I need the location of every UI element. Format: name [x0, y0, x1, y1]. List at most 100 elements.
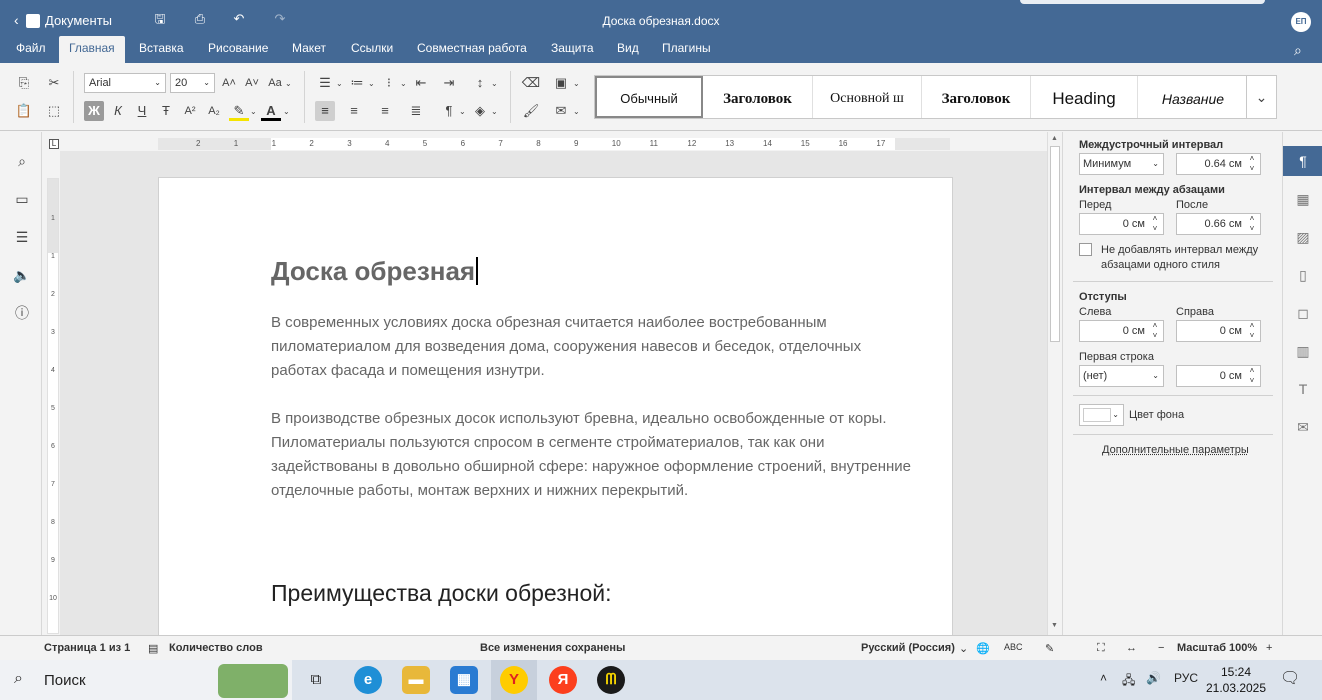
- network-icon[interactable]: 🖧: [1122, 671, 1135, 692]
- track-changes-icon[interactable]: ✎: [1045, 642, 1054, 655]
- scroll-down-icon[interactable]: ▼: [1051, 622, 1058, 629]
- italic-button[interactable]: К: [108, 101, 128, 121]
- zoom-in-icon[interactable]: +: [1266, 642, 1272, 654]
- align-center-icon[interactable]: ≡: [344, 101, 364, 121]
- bullets-icon[interactable]: ☰: [315, 73, 335, 93]
- color-scheme-icon[interactable]: ▣: [551, 73, 571, 93]
- tab-plugins[interactable]: Плагины: [652, 36, 721, 63]
- mail-merge-settings-icon[interactable]: ✉: [1283, 412, 1322, 442]
- tab-insert[interactable]: Вставка: [129, 36, 194, 63]
- navigation-icon[interactable]: ☰: [13, 228, 31, 246]
- horizontal-ruler[interactable]: 2 1 1 2 3 4 5 6 7 8 9 10 11 12 13 14 15 16 17: [158, 138, 950, 150]
- tray-expand-icon[interactable]: ˄: [1100, 671, 1107, 685]
- tab-draw[interactable]: Рисование: [198, 36, 278, 63]
- search-icon[interactable]: ⌕: [1294, 42, 1302, 59]
- copy-style-icon[interactable]: 🖌: [521, 101, 541, 121]
- speaker-icon[interactable]: 🔈: [13, 266, 31, 284]
- store-icon[interactable]: ▦: [450, 666, 478, 694]
- style-normal[interactable]: Обычный: [595, 76, 703, 118]
- clear-style-icon[interactable]: ⌫: [521, 73, 541, 93]
- table-settings-icon[interactable]: ▦: [1283, 184, 1322, 214]
- paste-icon[interactable]: 📋: [14, 101, 34, 121]
- fit-page-icon[interactable]: ⛶: [1097, 642, 1105, 655]
- edge-icon[interactable]: e: [354, 666, 382, 694]
- file-explorer-icon[interactable]: ▬: [402, 666, 430, 694]
- decrease-indent-icon[interactable]: ⇤: [411, 73, 431, 93]
- textart-settings-icon[interactable]: T: [1283, 374, 1322, 404]
- chart-settings-icon[interactable]: ▥: [1283, 336, 1322, 366]
- style-heading-en[interactable]: Heading: [1031, 76, 1138, 118]
- spacing-after-input[interactable]: 0.66 см ˄ ˅: [1176, 213, 1261, 235]
- paragraph[interactable]: В современных условиях доска обрезная сч…: [271, 311, 911, 383]
- tab-layout[interactable]: Макет: [282, 36, 336, 63]
- image-settings-icon[interactable]: ▨: [1283, 222, 1322, 252]
- search-icon[interactable]: ⌕: [13, 152, 31, 170]
- line-spacing-icon[interactable]: ↕: [470, 73, 490, 93]
- background-color-picker[interactable]: ⌄: [1079, 404, 1124, 426]
- scroll-thumb[interactable]: [1050, 146, 1060, 342]
- subscript-icon[interactable]: A₂: [204, 101, 224, 121]
- align-left-icon[interactable]: ≡: [315, 101, 335, 121]
- yandex-browser-icon[interactable]: Y: [500, 666, 528, 694]
- style-heading-2[interactable]: Заголовок: [922, 76, 1031, 118]
- mail-merge-icon[interactable]: ✉: [551, 101, 571, 121]
- no-space-same-style-checkbox[interactable]: [1079, 243, 1092, 256]
- styles-expand-chevron-icon[interactable]: ⌄: [1246, 76, 1276, 118]
- increase-indent-icon[interactable]: ⇥: [439, 73, 459, 93]
- first-line-value-input[interactable]: 0 см ˄ ˅: [1176, 365, 1261, 387]
- line-spacing-mode-select[interactable]: Минимум ⌄: [1079, 153, 1164, 175]
- justify-icon[interactable]: ≣: [406, 101, 426, 121]
- spellcheck-icon[interactable]: ABC: [1004, 642, 1023, 652]
- tab-collaboration[interactable]: Совместная работа: [407, 36, 537, 63]
- align-right-icon[interactable]: ≡: [375, 101, 395, 121]
- yandex-market-icon[interactable]: ᗰ: [597, 666, 625, 694]
- left-indent-input[interactable]: 0 см ˄ ˅: [1079, 320, 1164, 342]
- advanced-settings-link[interactable]: Дополнительные параметры: [1102, 444, 1249, 456]
- input-language[interactable]: РУС: [1174, 671, 1198, 685]
- page-counter[interactable]: Страница 1 из 1: [44, 642, 130, 654]
- taskbar-search[interactable]: ⌕ Поиск: [0, 660, 292, 700]
- spacing-before-input[interactable]: 0 см ˄ ˅: [1079, 213, 1164, 235]
- paragraph[interactable]: В производстве обрезных досок используют…: [271, 407, 911, 503]
- comments-icon[interactable]: ▭: [13, 190, 31, 208]
- underline-button[interactable]: Ч: [132, 101, 152, 121]
- paragraph-marks-icon[interactable]: ¶: [439, 101, 459, 121]
- tab-stop-selector[interactable]: L: [49, 139, 59, 149]
- font-color-icon[interactable]: A: [261, 101, 281, 121]
- highlight-icon[interactable]: ✎: [229, 101, 249, 121]
- line-spacing-value-input[interactable]: 0.64 см ˄ ˅: [1176, 153, 1261, 175]
- word-count-button[interactable]: Количество слов: [169, 642, 263, 654]
- globe-icon[interactable]: 🌐: [976, 642, 990, 655]
- notifications-icon[interactable]: 🗨: [1280, 668, 1300, 688]
- fit-width-icon[interactable]: ↔: [1126, 642, 1137, 654]
- bold-button[interactable]: Ж: [84, 101, 104, 121]
- grow-font-icon[interactable]: A˄: [219, 73, 239, 93]
- vertical-ruler[interactable]: 1 1 2 3 4 5 6 7 8 9 10: [47, 178, 59, 634]
- shape-settings-icon[interactable]: ◻: [1283, 298, 1322, 328]
- header-footer-icon[interactable]: ▯: [1283, 260, 1322, 290]
- clock[interactable]: 15:24 21.03.2025: [1200, 664, 1272, 696]
- cut-icon[interactable]: ✂: [44, 73, 64, 93]
- copy-icon[interactable]: ⎘: [14, 73, 34, 93]
- zoom-level[interactable]: Масштаб 100%: [1177, 642, 1257, 654]
- zoom-out-icon[interactable]: −: [1158, 642, 1164, 654]
- style-heading-1[interactable]: Заголовок: [703, 76, 813, 118]
- yandex-icon[interactable]: Я: [549, 666, 577, 694]
- style-title[interactable]: Название: [1138, 76, 1248, 118]
- superscript-icon[interactable]: A²: [180, 101, 200, 121]
- tab-view[interactable]: Вид: [607, 36, 649, 63]
- first-line-mode-select[interactable]: (нет) ⌄: [1079, 365, 1164, 387]
- vertical-scrollbar[interactable]: ▲ ▼: [1047, 132, 1062, 635]
- multilevel-list-icon[interactable]: ⁝: [379, 73, 399, 93]
- language-select[interactable]: Русский (Россия): [861, 642, 955, 654]
- style-body-text[interactable]: Основной ш: [813, 76, 922, 118]
- font-size-select[interactable]: 20 ⌄: [170, 73, 215, 93]
- strikethrough-button[interactable]: Ŧ: [156, 101, 176, 121]
- tab-home[interactable]: Главная: [59, 36, 125, 63]
- numbering-icon[interactable]: ≔: [347, 73, 367, 93]
- section-heading[interactable]: Преимущества доски обрезной:: [271, 580, 612, 607]
- document-heading[interactable]: Доска обрезная: [271, 256, 479, 287]
- user-avatar[interactable]: ЕП: [1291, 12, 1311, 32]
- select-all-icon[interactable]: ⬚: [44, 101, 64, 121]
- shading-icon[interactable]: ◈: [470, 101, 490, 121]
